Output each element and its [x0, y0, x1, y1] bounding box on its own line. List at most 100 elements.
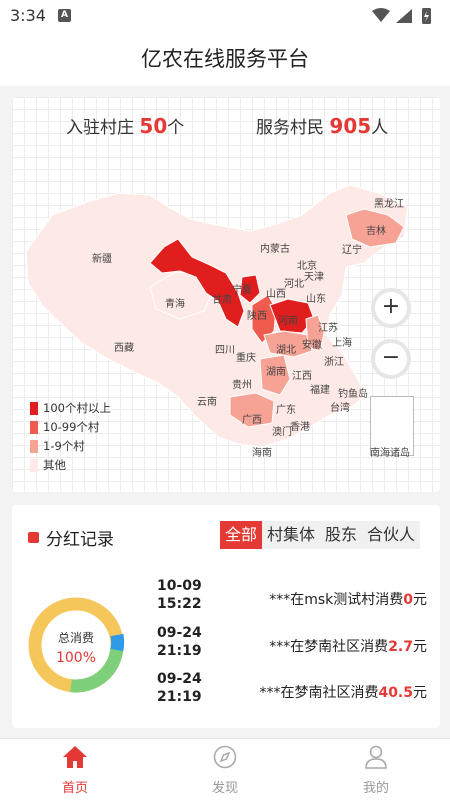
- legend-swatch: [30, 459, 38, 472]
- nav-discover[interactable]: 发现: [185, 745, 265, 796]
- bottom-nav: 首页 发现 我的: [0, 738, 450, 800]
- legend-item: 100个村以上: [30, 399, 111, 418]
- record-datetime: 10-09 15:22: [157, 577, 202, 613]
- legend-item: 10-99个村: [30, 418, 111, 437]
- label-heilongjiang: 黑龙江: [374, 197, 404, 210]
- map-legend: 100个村以上 10-99个村 1-9个村 其他: [30, 399, 111, 475]
- record-datetime: 09-24 21:19: [157, 670, 202, 706]
- record-unit: 元: [413, 592, 427, 608]
- label-fujian: 福建: [310, 383, 330, 396]
- map-card: 入驻村庄 50个 服务村民 905人 新疆 西藏 青海 甘肃 宁夏 内蒙古 黑龙…: [12, 97, 440, 492]
- nav-home[interactable]: 首页: [35, 745, 115, 796]
- section-marker-icon: [28, 532, 39, 543]
- label-tianjin: 天津: [304, 271, 324, 283]
- record-row: 09-24 21:19 ***在梦南社区消费40.5元: [157, 670, 427, 710]
- label-anhui: 安徽: [302, 338, 322, 351]
- home-icon: [63, 746, 87, 768]
- record-desc: ***在梦南社区消费: [259, 685, 379, 701]
- record-time: 21:19: [157, 689, 202, 705]
- legend-label: 10-99个村: [43, 420, 100, 434]
- legend-swatch: [30, 402, 38, 415]
- signal-icon: [396, 9, 412, 23]
- label-shaanxi: 陕西: [247, 309, 267, 322]
- record-row: 10-09 15:22 ***在msk测试村消费0元: [157, 577, 427, 617]
- label-hunan: 湖南: [266, 365, 286, 378]
- legend-label: 其他: [43, 458, 66, 472]
- record-date: 10-09: [157, 578, 202, 594]
- wifi-icon: [372, 8, 390, 22]
- label-xinjiang: 新疆: [92, 252, 112, 265]
- legend-label: 100个村以上: [43, 401, 111, 415]
- record-text: ***在梦南社区消费2.7元: [269, 636, 427, 656]
- legend-swatch: [30, 421, 38, 434]
- label-hainan: 海南: [252, 446, 272, 459]
- record-date: 09-24: [157, 625, 202, 641]
- tab-all[interactable]: 全部: [220, 521, 263, 549]
- record-desc: ***在msk测试村消费: [269, 592, 404, 608]
- label-jiangxi: 江西: [292, 370, 312, 382]
- label-sichuan: 四川: [215, 345, 235, 356]
- nav-discover-label: 发现: [211, 781, 238, 796]
- status-time: 3:34: [10, 6, 46, 25]
- label-neimenggu: 内蒙古: [260, 242, 290, 255]
- label-shanghai: 上海: [332, 336, 352, 349]
- legend-swatch: [30, 440, 38, 453]
- label-shanxi: 山西: [266, 288, 286, 300]
- label-jiangsu: 江苏: [318, 321, 338, 334]
- compass-icon: [213, 745, 237, 769]
- record-text: ***在梦南社区消费40.5元: [259, 682, 427, 702]
- tab-shareholder[interactable]: 股东: [320, 521, 362, 549]
- record-amount: 40.5: [378, 685, 413, 701]
- nav-mine[interactable]: 我的: [336, 745, 416, 796]
- zoom-out-button[interactable]: −: [371, 339, 411, 379]
- app-header: 亿农在线服务平台: [0, 32, 450, 86]
- dividend-tabs: 全部 村集体 股东 合伙人: [220, 521, 421, 549]
- label-guizhou: 贵州: [232, 378, 252, 391]
- nav-mine-label: 我的: [362, 781, 389, 796]
- tab-partner[interactable]: 合伙人: [362, 521, 420, 549]
- user-icon: [365, 745, 387, 769]
- status-bar: 3:34 A: [0, 0, 450, 32]
- tab-village-collective[interactable]: 村集体: [262, 521, 320, 549]
- legend-item: 1-9个村: [30, 437, 111, 456]
- label-guangdong: 广东: [276, 403, 296, 416]
- label-shandong: 山东: [306, 292, 326, 305]
- donut-ring-blue: [110, 633, 125, 652]
- record-time: 15:22: [157, 596, 202, 612]
- record-text: ***在msk测试村消费0元: [269, 589, 427, 609]
- label-hubei: 湖北: [276, 344, 296, 356]
- record-date: 09-24: [157, 671, 202, 687]
- legend-label: 1-9个村: [43, 439, 85, 453]
- label-aomen: 澳门: [272, 425, 292, 438]
- record-row: 09-24 21:19 ***在梦南社区消费2.7元: [157, 624, 427, 664]
- record-time: 21:19: [157, 643, 202, 659]
- label-jilin: 吉林: [366, 224, 386, 237]
- status-icons: [372, 8, 431, 24]
- label-yunnan: 云南: [197, 395, 217, 408]
- label-nanhai: 南海诸岛: [370, 448, 410, 459]
- label-guangxi: 广西: [242, 414, 262, 426]
- page-title: 亿农在线服务平台: [141, 47, 309, 71]
- record-amount: 0: [403, 592, 413, 608]
- record-datetime: 09-24 21:19: [157, 624, 202, 660]
- label-henan: 河南: [278, 314, 298, 327]
- donut-label: 总消费: [57, 631, 94, 645]
- label-xizang: 西藏: [114, 342, 134, 354]
- label-qinghai: 青海: [165, 297, 185, 310]
- zoom-in-button[interactable]: +: [371, 288, 411, 328]
- label-liaoning: 辽宁: [342, 243, 362, 256]
- record-unit: 元: [413, 685, 427, 701]
- label-ningxia: 宁夏: [232, 283, 252, 296]
- donut-percentage: 100%: [55, 650, 97, 666]
- record-desc: ***在梦南社区消费: [269, 639, 389, 655]
- label-gansu: 甘肃: [212, 293, 232, 306]
- label-zhejiang: 浙江: [324, 356, 344, 368]
- label-hebei: 河北: [284, 278, 304, 290]
- label-chongqing: 重庆: [236, 351, 256, 364]
- record-amount: 2.7: [388, 639, 413, 655]
- legend-item: 其他: [30, 456, 111, 475]
- notification-icon: A: [58, 9, 71, 22]
- nav-home-label: 首页: [61, 781, 88, 796]
- dividend-card: 分红记录 全部 村集体 股东 合伙人 总消费 100% 10-09 15:22 …: [12, 505, 440, 728]
- label-taiwan: 台湾: [330, 401, 350, 414]
